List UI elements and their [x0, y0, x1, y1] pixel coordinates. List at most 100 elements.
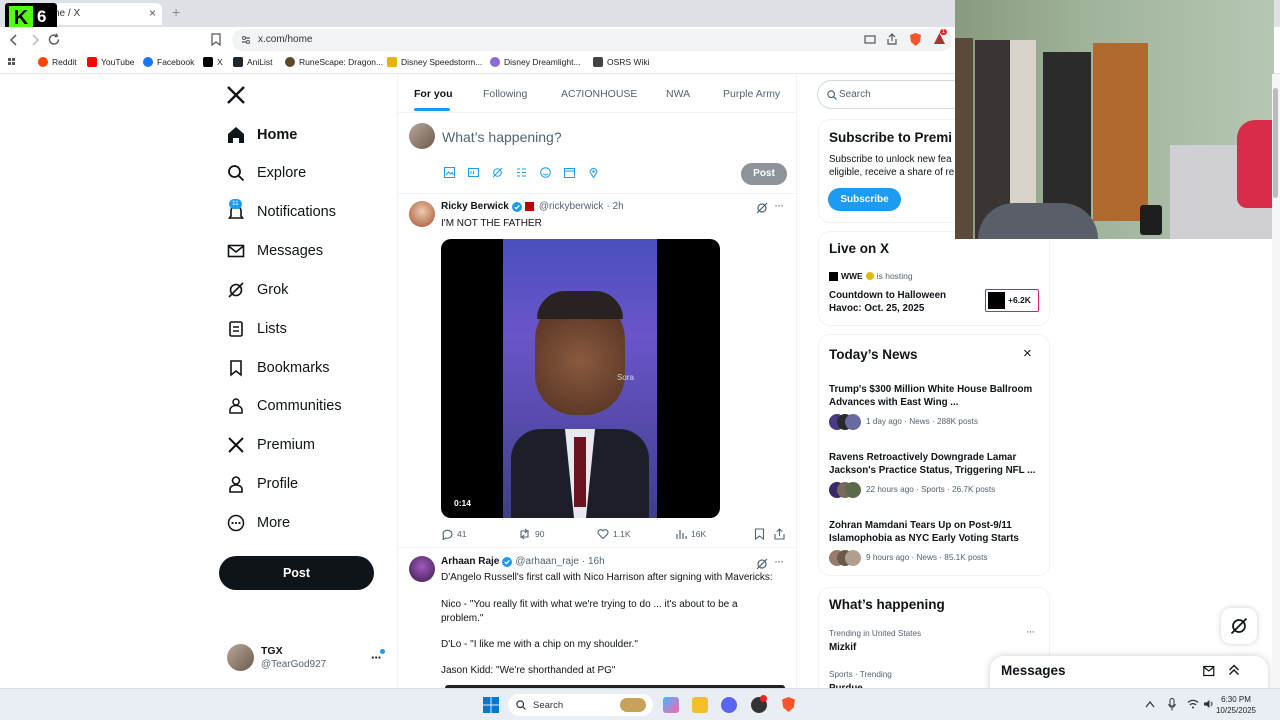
brave-browser-icon[interactable]: [781, 696, 796, 713]
x-logo-icon[interactable]: [227, 86, 245, 104]
bookmark-anilist[interactable]: AniList: [233, 57, 273, 67]
views-button[interactable]: 16K: [675, 528, 706, 540]
grok-button[interactable]: [1221, 608, 1257, 644]
bookmark-runescape[interactable]: RuneScape: Dragon...: [285, 57, 383, 67]
back-icon[interactable]: [9, 34, 19, 46]
scrollbar-thumb[interactable]: [1273, 88, 1278, 198]
tweet-time[interactable]: · 2h: [606, 201, 623, 212]
share-icon[interactable]: [886, 33, 898, 45]
nav-messages[interactable]: Messages: [226, 236, 323, 266]
tab-ac7ionhouse[interactable]: AC7IONHOUSE: [561, 88, 637, 100]
avatar[interactable]: [409, 556, 435, 582]
bookmark-disney-dreamlight[interactable]: Disney Dreamlight...: [490, 57, 581, 67]
tab-close-button[interactable]: ×: [149, 6, 156, 20]
live-viewers[interactable]: +6.2K: [985, 289, 1039, 312]
bookmark-osrs-wiki[interactable]: OSRS Wiki: [593, 57, 650, 67]
tab-for-you[interactable]: For you: [414, 88, 453, 100]
more-dots-icon[interactable]: ···: [1026, 626, 1035, 638]
live-event-title[interactable]: Countdown to Halloween Havoc: Oct. 25, 2…: [829, 289, 969, 315]
tweet-author-handle[interactable]: @rickyberwick: [539, 201, 604, 212]
gif-icon[interactable]: [468, 167, 479, 178]
nav-label: Messages: [257, 243, 324, 259]
share-icon[interactable]: [774, 528, 785, 540]
tweet-video[interactable]: Sora 0:14: [441, 239, 720, 518]
new-tab-button[interactable]: +: [172, 4, 180, 20]
nav-label: Explore: [257, 165, 307, 181]
more-dots-icon[interactable]: ···: [774, 198, 784, 212]
wifi-icon[interactable]: [1187, 699, 1199, 709]
file-explorer-icon[interactable]: [692, 697, 708, 713]
image-icon[interactable]: [444, 167, 455, 178]
grok-icon[interactable]: [756, 558, 768, 570]
new-message-icon[interactable]: [1203, 665, 1216, 677]
compose-post-button[interactable]: Post: [741, 163, 787, 185]
forward-icon[interactable]: [30, 34, 40, 46]
poll-icon[interactable]: [516, 167, 527, 178]
nav-notifications[interactable]: 11 Notifications: [226, 197, 336, 227]
taskbar-clock[interactable]: 6:30 PM 10/25/2025: [1216, 694, 1256, 716]
reload-icon[interactable]: [48, 33, 61, 46]
location-icon[interactable]: [588, 167, 599, 178]
schedule-icon[interactable]: [564, 167, 575, 178]
close-icon[interactable]: ×: [1023, 345, 1032, 362]
nav-premium[interactable]: Premium: [226, 430, 315, 460]
more-dots-icon[interactable]: ···: [774, 554, 784, 568]
apps-grid-icon[interactable]: [8, 58, 18, 68]
nav-lists[interactable]: Lists: [226, 314, 287, 344]
avatar[interactable]: [409, 201, 435, 227]
search-input[interactable]: Search: [817, 80, 967, 109]
nav-home[interactable]: Home: [226, 120, 297, 150]
browser-tab[interactable]: ne / X ×: [40, 3, 162, 25]
nav-more[interactable]: More: [226, 508, 290, 538]
home-timeline: For you Following AC7IONHOUSE NWA Purple…: [397, 74, 797, 688]
nav-bookmarks[interactable]: Bookmarks: [226, 353, 330, 383]
volume-icon[interactable]: [1203, 699, 1215, 709]
chevron-up-icon[interactable]: [1145, 700, 1155, 708]
microphone-icon[interactable]: [1168, 698, 1176, 711]
bookmark-facebook[interactable]: Facebook: [143, 57, 194, 67]
views-chart-icon: [676, 530, 687, 539]
live-host[interactable]: WWE is hosting: [829, 271, 913, 281]
bookmark-x[interactable]: X: [203, 57, 223, 67]
nav-grok[interactable]: Grok: [226, 275, 288, 305]
tab-following[interactable]: Following: [483, 88, 527, 100]
tweet-author-handle[interactable]: @arhaan_raje: [515, 556, 579, 567]
bookmark-icon[interactable]: [754, 528, 765, 540]
tweet-time[interactable]: · 16h: [582, 556, 605, 567]
screen-cast-icon[interactable]: [864, 35, 876, 45]
page-scrollbar[interactable]: [1272, 74, 1280, 688]
bookmark-youtube[interactable]: YouTube: [87, 57, 134, 67]
bookmark-reddit[interactable]: Reddit: [38, 57, 77, 67]
reply-button[interactable]: 41: [441, 528, 466, 540]
search-highlight-icon: [620, 698, 646, 712]
site-settings-icon[interactable]: [241, 35, 251, 45]
copilot-icon[interactable]: [663, 697, 679, 713]
tweet-author-name[interactable]: Arhaan Raje: [441, 556, 499, 567]
like-button[interactable]: 1.1K: [597, 528, 631, 540]
post-button[interactable]: Post: [219, 556, 374, 590]
trend-context: Trending in United States: [829, 629, 922, 638]
chevron-up-icon[interactable]: [1228, 664, 1240, 676]
nav-label: More: [257, 515, 291, 531]
grok-icon[interactable]: [756, 202, 768, 214]
compose-input[interactable]: What’s happening?: [442, 129, 562, 145]
brave-rewards-icon[interactable]: 1: [933, 29, 948, 45]
nav-profile[interactable]: Profile: [226, 469, 298, 499]
tab-nwa[interactable]: NWA: [666, 88, 690, 100]
brave-shield-icon[interactable]: [909, 32, 922, 47]
grok-icon[interactable]: [492, 167, 503, 178]
tweet-author-name[interactable]: Ricky Berwick: [441, 201, 509, 212]
bookmark-page-icon[interactable]: [211, 33, 221, 46]
subscribe-button[interactable]: Subscribe: [828, 188, 901, 211]
tab-purple-army[interactable]: Purple Army: [723, 88, 780, 100]
nav-communities[interactable]: Communities: [226, 391, 342, 421]
nav-explore[interactable]: Explore: [226, 158, 306, 188]
taskbar-search[interactable]: Search: [508, 694, 653, 716]
repost-button[interactable]: 90: [518, 528, 544, 540]
bookmark-disney-speedstorm[interactable]: Disney Speedstorm...: [387, 57, 482, 67]
address-bar[interactable]: x.com/home: [232, 29, 952, 51]
account-switcher[interactable]: TGX @TearGod927 ···: [227, 644, 387, 674]
discord-icon[interactable]: [721, 697, 737, 713]
emoji-icon[interactable]: [540, 167, 551, 178]
windows-start-icon[interactable]: [483, 697, 499, 713]
